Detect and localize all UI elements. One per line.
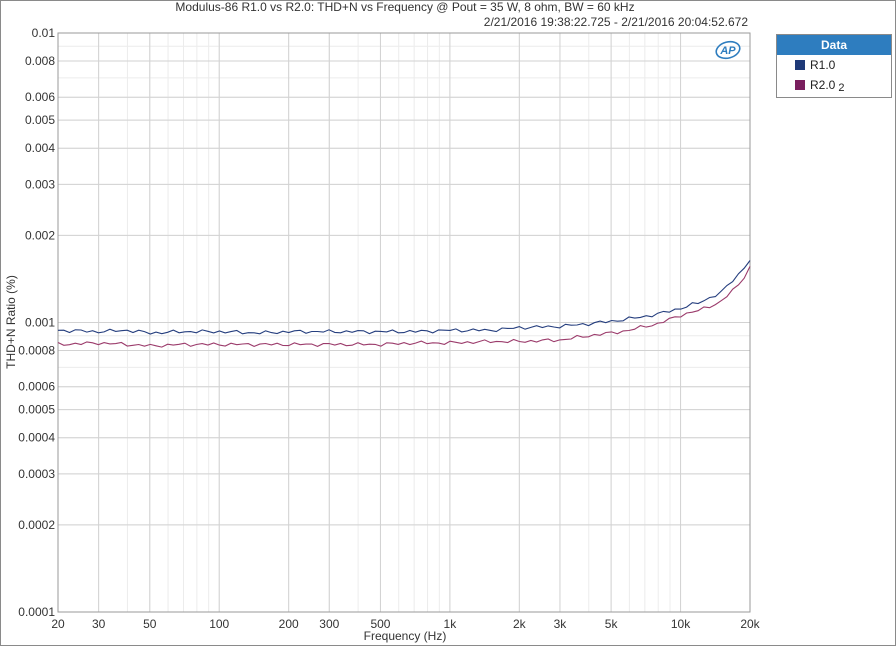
y-tick-label: 0.0008 <box>18 344 55 358</box>
chart-title: Modulus-86 R1.0 vs R2.0: THD+N vs Freque… <box>175 0 634 14</box>
x-tick-label: 200 <box>279 617 299 631</box>
x-tick-label: 300 <box>319 617 339 631</box>
x-tick-label: 30 <box>92 617 106 631</box>
x-tick-label: 3k <box>554 617 568 631</box>
y-tick-label: 0.003 <box>25 177 55 191</box>
x-tick-label: 20k <box>740 617 760 631</box>
x-tick-label: 5k <box>605 617 619 631</box>
y-tick-label: 0.0002 <box>18 518 55 532</box>
y-tick-label: 0.001 <box>25 316 55 330</box>
ap-logo-icon: AP <box>714 40 742 60</box>
chart-subtitle: 2/21/2016 19:38:22.725 - 2/21/2016 20:04… <box>484 15 749 29</box>
legend-header: Data <box>777 35 891 55</box>
legend-swatch <box>795 60 805 70</box>
y-tick-labels: 0.0001 0.0002 0.0003 0.0004 0.0005 0.0006 0.00… <box>18 26 55 619</box>
y-tick-label: 0.0003 <box>18 467 55 481</box>
x-axis-label: Frequency (Hz) <box>364 629 447 643</box>
legend-item-r1[interactable]: R1.0 <box>777 55 891 75</box>
y-tick-label: 0.0004 <box>18 431 55 445</box>
x-tick-label: 2k <box>513 617 527 631</box>
x-tick-label: 10k <box>671 617 691 631</box>
y-tick-label: 0.004 <box>25 141 55 155</box>
y-tick-label: 0.006 <box>25 90 55 104</box>
grid-major <box>57 32 751 613</box>
y-tick-label: 0.0001 <box>18 605 55 619</box>
chart-canvas: Modulus-86 R1.0 vs R2.0: THD+N vs Freque… <box>4 0 761 643</box>
y-axis-label: THD+N Ratio (%) <box>4 275 18 369</box>
legend-swatch <box>795 80 805 90</box>
legend-index: 2 <box>838 82 845 94</box>
series-layer <box>57 260 751 348</box>
x-tick-label: 20 <box>51 617 65 631</box>
y-tick-label: 0.005 <box>25 113 55 127</box>
x-tick-label: 50 <box>143 617 157 631</box>
legend-label: R1.0 <box>810 58 836 72</box>
series-line-r2-0 <box>57 266 751 348</box>
legend-label: R2.0 <box>810 78 836 92</box>
y-tick-label: 0.002 <box>25 228 55 242</box>
y-tick-label: 0.0005 <box>18 403 55 417</box>
y-tick-label: 0.0006 <box>18 380 55 394</box>
ap-logo-text: AP <box>719 45 736 57</box>
y-tick-label: 0.008 <box>25 54 55 68</box>
legend: Data R1.0 R2.0 2 <box>776 34 892 98</box>
y-tick-label: 0.01 <box>32 26 56 40</box>
x-tick-label: 100 <box>209 617 229 631</box>
legend-item-r2[interactable]: R2.0 2 <box>777 75 891 95</box>
